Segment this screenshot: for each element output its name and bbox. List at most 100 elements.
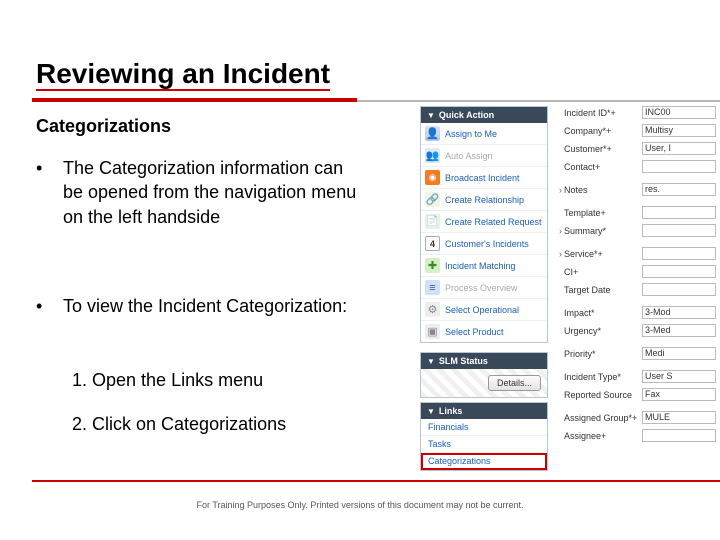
- chevron-down-icon: ▼: [427, 111, 435, 120]
- field-label: Priority*: [564, 349, 642, 359]
- field-input[interactable]: Medi: [642, 347, 716, 360]
- links-header-label: Links: [439, 406, 463, 416]
- bullet-2-text: To view the Incident Categorization:: [63, 294, 363, 318]
- expand-icon[interactable]: ›: [554, 249, 564, 259]
- expand-icon[interactable]: ›: [554, 226, 564, 236]
- screenshot-panels: ▼ Quick Action 👤 Assign to Me 👥 Auto Ass…: [420, 106, 720, 476]
- field-label: Assignee+: [564, 431, 642, 441]
- field-label: Company*+: [564, 126, 642, 136]
- field-input[interactable]: [642, 206, 716, 219]
- form-row: ›Service*+: [554, 245, 716, 262]
- process-icon: ≡: [425, 280, 440, 295]
- qa-select-operational[interactable]: ⚙ Select Operational: [421, 299, 547, 321]
- qa-label: Auto Assign: [445, 151, 493, 161]
- qa-customers-incidents[interactable]: 4 Customer's Incidents: [421, 233, 547, 255]
- field-input[interactable]: User, I: [642, 142, 716, 155]
- subheading: Categorizations: [36, 116, 171, 137]
- footer-note: For Training Purposes Only. Printed vers…: [0, 500, 720, 510]
- field-input[interactable]: Multisy: [642, 124, 716, 137]
- form-row: ›Notesres.: [554, 181, 716, 198]
- field-input[interactable]: [642, 283, 716, 296]
- document-plus-icon: 📄: [425, 214, 440, 229]
- form-row: ›Summary*: [554, 222, 716, 239]
- title-rule-accent: [32, 98, 357, 102]
- qa-label: Select Product: [445, 327, 504, 337]
- form-row: Assignee+: [554, 427, 716, 444]
- form-row: Urgency*3-Med: [554, 322, 716, 339]
- links-panel: ▼ Links Financials Tasks Categorizations: [420, 402, 548, 471]
- quick-action-header[interactable]: ▼ Quick Action: [421, 107, 547, 123]
- form-row: Customer*+User, I: [554, 140, 716, 157]
- field-input[interactable]: res.: [642, 183, 716, 196]
- link-tasks[interactable]: Tasks: [421, 436, 547, 453]
- field-label: Impact*: [564, 308, 642, 318]
- page-title: Reviewing an Incident: [36, 58, 330, 90]
- qa-label: Select Operational: [445, 305, 519, 315]
- field-label: Target Date: [564, 285, 642, 295]
- field-input[interactable]: [642, 265, 716, 278]
- field-input[interactable]: Fax: [642, 388, 716, 401]
- link-financials[interactable]: Financials: [421, 419, 547, 436]
- qa-incident-matching[interactable]: ✚ Incident Matching: [421, 255, 547, 277]
- field-input[interactable]: [642, 224, 716, 237]
- slm-panel: ▼ SLM Status Details...: [420, 352, 548, 398]
- qa-label: Customer's Incidents: [445, 239, 529, 249]
- field-input[interactable]: [642, 429, 716, 442]
- match-icon: ✚: [425, 258, 440, 273]
- incident-form: Incident ID*+INC00Company*+MultisyCustom…: [554, 104, 716, 445]
- qa-auto-assign[interactable]: 👥 Auto Assign: [421, 145, 547, 167]
- field-label: Incident Type*: [564, 372, 642, 382]
- form-row: Target Date: [554, 281, 716, 298]
- link-categorizations[interactable]: Categorizations: [421, 453, 547, 470]
- chevron-down-icon: ▼: [427, 357, 435, 366]
- form-row: Impact*3-Mod: [554, 304, 716, 321]
- form-row: Priority*Medi: [554, 345, 716, 362]
- field-label: Assigned Group*+: [564, 413, 642, 423]
- form-row: CI+: [554, 263, 716, 280]
- field-input[interactable]: [642, 247, 716, 260]
- field-input[interactable]: 3-Mod: [642, 306, 716, 319]
- field-input[interactable]: [642, 160, 716, 173]
- qa-label: Create Relationship: [445, 195, 524, 205]
- qa-select-product[interactable]: ▣ Select Product: [421, 321, 547, 342]
- quick-action-panel: ▼ Quick Action 👤 Assign to Me 👥 Auto Ass…: [420, 106, 548, 343]
- quick-action-header-label: Quick Action: [439, 110, 494, 120]
- form-row: Company*+Multisy: [554, 122, 716, 139]
- field-label: Urgency*: [564, 326, 642, 336]
- field-input[interactable]: User S: [642, 370, 716, 383]
- cube-icon: ▣: [425, 324, 440, 339]
- form-row: Assigned Group*+MULE: [554, 409, 716, 426]
- bottom-rule: [32, 480, 720, 482]
- qa-label: Assign to Me: [445, 129, 497, 139]
- links-header[interactable]: ▼ Links: [421, 403, 547, 419]
- details-button[interactable]: Details...: [488, 375, 541, 391]
- qa-create-related-request[interactable]: 📄 Create Related Request: [421, 211, 547, 233]
- bullet-1-text: The Categorization information can be op…: [63, 156, 363, 229]
- person-plus-icon: 👥: [425, 148, 440, 163]
- slm-header[interactable]: ▼ SLM Status: [421, 353, 547, 369]
- bullet-1: • The Categorization information can be …: [36, 156, 371, 229]
- bullet-2: • To view the Incident Categorization:: [36, 294, 371, 318]
- field-label: Incident ID*+: [564, 108, 642, 118]
- qa-process-overview[interactable]: ≡ Process Overview: [421, 277, 547, 299]
- qa-broadcast[interactable]: ◉ Broadcast Incident: [421, 167, 547, 189]
- form-row: Contact+: [554, 158, 716, 175]
- field-label: Template+: [564, 208, 642, 218]
- person-icon: 👤: [425, 126, 440, 141]
- form-row: Reported SourceFax: [554, 386, 716, 403]
- field-label: Service*+: [564, 249, 642, 259]
- qa-assign-to-me[interactable]: 👤 Assign to Me: [421, 123, 547, 145]
- expand-icon[interactable]: ›: [554, 185, 564, 195]
- field-input[interactable]: MULE: [642, 411, 716, 424]
- qa-create-relationship[interactable]: 🔗 Create Relationship: [421, 189, 547, 211]
- field-input[interactable]: INC00: [642, 106, 716, 119]
- form-row: Incident Type*User S: [554, 368, 716, 385]
- bullet-mark-icon: •: [36, 294, 58, 318]
- field-label: Contact+: [564, 162, 642, 172]
- link-icon: 🔗: [425, 192, 440, 207]
- field-input[interactable]: 3-Med: [642, 324, 716, 337]
- qa-label: Broadcast Incident: [445, 173, 520, 183]
- field-label: Customer*+: [564, 144, 642, 154]
- step-2: 2. Click on Categorizations: [72, 414, 286, 435]
- slm-body: Details...: [421, 369, 547, 397]
